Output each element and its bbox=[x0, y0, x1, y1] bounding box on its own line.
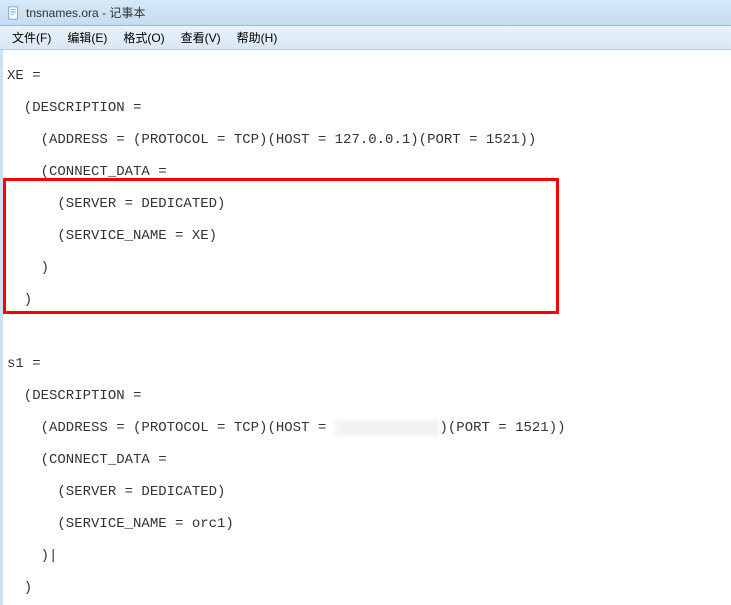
menu-edit[interactable]: 编辑(E) bbox=[59, 27, 115, 48]
text-line: )| bbox=[7, 548, 727, 564]
text-line: (CONNECT_DATA = bbox=[7, 164, 727, 180]
text-line: (SERVER = DEDICATED) bbox=[7, 484, 727, 500]
text-line: XE = bbox=[7, 68, 727, 84]
redacted-host: xxx.xx.xx.xx bbox=[335, 420, 440, 436]
menu-help[interactable]: 帮助(H) bbox=[229, 27, 286, 48]
text-line: ) bbox=[7, 292, 727, 308]
text-line: s1 = bbox=[7, 356, 727, 372]
titlebar: tnsnames.ora - 记事本 bbox=[0, 0, 731, 26]
text-line: (CONNECT_DATA = bbox=[7, 452, 727, 468]
text-line bbox=[7, 324, 727, 340]
text-line: (ADDRESS = (PROTOCOL = TCP)(HOST = 127.0… bbox=[7, 132, 727, 148]
text-line: (SERVICE_NAME = orc1) bbox=[7, 516, 727, 532]
text-line: (SERVICE_NAME = XE) bbox=[7, 228, 727, 244]
text-line: ) bbox=[7, 580, 727, 596]
text-line: (ADDRESS = (PROTOCOL = TCP)(HOST = xxx.x… bbox=[7, 420, 727, 436]
editor-area[interactable]: XE = (DESCRIPTION = (ADDRESS = (PROTOCOL… bbox=[0, 50, 731, 605]
text-line: ) bbox=[7, 260, 727, 276]
menu-format[interactable]: 格式(O) bbox=[115, 27, 172, 48]
menu-file[interactable]: 文件(F) bbox=[4, 27, 59, 48]
text-line: (DESCRIPTION = bbox=[7, 100, 727, 116]
menu-view[interactable]: 查看(V) bbox=[173, 27, 229, 48]
text-line: (SERVER = DEDICATED) bbox=[7, 196, 727, 212]
text-line: (DESCRIPTION = bbox=[7, 388, 727, 404]
window-title: tnsnames.ora - 记事本 bbox=[26, 4, 145, 21]
notepad-icon bbox=[6, 5, 22, 21]
menubar: 文件(F) 编辑(E) 格式(O) 查看(V) 帮助(H) bbox=[0, 26, 731, 50]
